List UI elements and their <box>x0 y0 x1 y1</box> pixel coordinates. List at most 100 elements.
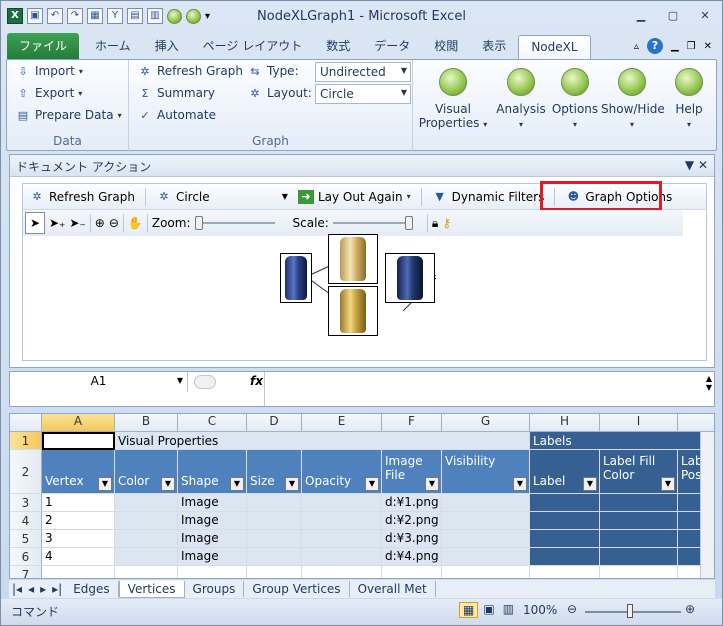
subtract-select-pointer-icon[interactable]: ➤₋ <box>69 216 85 230</box>
table-column-header[interactable]: Color ▼ <box>115 450 178 494</box>
table-column-header[interactable]: Vertex ▼ <box>42 450 115 494</box>
table-cell[interactable]: 1 <box>42 494 115 512</box>
doc-restore-icon[interactable]: ❐ <box>687 41 696 52</box>
table-cell[interactable] <box>442 548 530 566</box>
summary-button[interactable]: Σ Summary <box>137 86 215 100</box>
select-all-corner[interactable] <box>10 414 42 432</box>
table-cell[interactable]: d:¥2.png <box>382 512 442 530</box>
pane-close-icon[interactable]: ✕ <box>698 158 708 172</box>
layout-toolbar-select[interactable]: ✲ Circle ▼ <box>156 190 288 204</box>
options-button[interactable]: Options ▾ <box>547 64 603 144</box>
refresh-graph-toolbar-button[interactable]: ✲ Refresh Graph <box>29 190 135 204</box>
scale-slider[interactable] <box>332 216 413 230</box>
table-cell[interactable] <box>600 512 678 530</box>
graph-canvas[interactable] <box>23 234 706 360</box>
table-cell[interactable] <box>382 566 442 578</box>
column-header[interactable]: F <box>382 414 442 432</box>
tab-review[interactable]: 校閲 <box>422 33 470 59</box>
filter-dropdown-icon[interactable]: ▼ <box>365 477 379 491</box>
filter-dropdown-icon[interactable]: ▼ <box>583 477 597 491</box>
table-cell[interactable] <box>442 566 530 578</box>
automate-button[interactable]: ✓ Automate <box>137 108 216 122</box>
table-cell[interactable] <box>42 566 115 578</box>
table-cell[interactable] <box>530 566 600 578</box>
close-icon[interactable]: ✕ <box>696 9 714 23</box>
visual-properties-header[interactable]: Visual Properties <box>115 432 530 450</box>
row-header[interactable]: 5 <box>10 530 42 548</box>
zoom-in-button[interactable]: ⊕ <box>685 602 695 616</box>
filter-dropdown-icon[interactable]: ▼ <box>98 477 112 491</box>
name-box[interactable]: A1 ▼ <box>10 372 188 392</box>
table-cell[interactable]: Image <box>178 530 247 548</box>
column-header[interactable]: C <box>178 414 247 432</box>
row-header[interactable]: 1 <box>10 432 42 450</box>
table-column-header[interactable]: Size ▼ <box>247 450 302 494</box>
table-cell[interactable] <box>247 566 302 578</box>
zoom-slider[interactable] <box>194 216 275 230</box>
zoom-thumb[interactable] <box>627 604 633 618</box>
table-cell[interactable] <box>530 512 600 530</box>
maximize-icon[interactable]: ▢ <box>664 9 682 23</box>
row-header[interactable]: 2 <box>10 450 42 494</box>
row-header[interactable]: 6 <box>10 548 42 566</box>
doc-minimize-icon[interactable]: ▁ <box>671 41 679 52</box>
column-header[interactable]: D <box>247 414 302 432</box>
add-select-pointer-icon[interactable]: ➤₊ <box>49 216 65 230</box>
vertical-scrollbar[interactable] <box>700 432 714 578</box>
key-icon[interactable]: ⚷ <box>442 216 451 230</box>
column-header[interactable]: A <box>42 414 115 432</box>
table-column-header[interactable]: Label ▼ <box>530 450 600 494</box>
table-cell[interactable] <box>302 566 382 578</box>
sheet-tab-edges[interactable]: Edges <box>65 581 119 597</box>
sheet-nav-next-icon[interactable]: ▸ <box>37 581 49 597</box>
table-cell[interactable] <box>247 494 302 512</box>
vertex-image-4[interactable] <box>328 286 378 336</box>
vertex-image-3[interactable] <box>385 253 435 303</box>
filter-dropdown-icon[interactable]: ▼ <box>285 477 299 491</box>
table-cell[interactable] <box>530 530 600 548</box>
row-header[interactable]: 7 <box>10 566 42 578</box>
zoom-out-icon[interactable]: ⊖ <box>109 216 119 230</box>
table-cell[interactable] <box>600 548 678 566</box>
sheet-nav-first-icon[interactable]: |◂ <box>9 581 25 597</box>
filter-dropdown-icon[interactable]: ▼ <box>425 477 439 491</box>
row-header[interactable]: 3 <box>10 494 42 512</box>
table-cell[interactable] <box>115 548 178 566</box>
table-cell[interactable] <box>530 548 600 566</box>
table-cell[interactable] <box>115 494 178 512</box>
sheet-nav-prev-icon[interactable]: ◂ <box>25 581 37 597</box>
table-cell[interactable] <box>442 494 530 512</box>
table-cell[interactable] <box>302 530 382 548</box>
table-cell[interactable]: 4 <box>42 548 115 566</box>
table-cell[interactable] <box>178 566 247 578</box>
formula-expand-icon[interactable] <box>194 375 216 389</box>
table-cell[interactable] <box>600 530 678 548</box>
cell-a1[interactable] <box>42 432 115 450</box>
tab-formulas[interactable]: 数式 <box>314 33 362 59</box>
tab-home[interactable]: ホーム <box>83 33 143 59</box>
table-cell[interactable] <box>302 548 382 566</box>
sheet-tab-vertices[interactable]: Vertices <box>118 580 185 598</box>
vertex-image-2[interactable] <box>280 253 312 303</box>
zoom-slider-thumb[interactable] <box>194 216 203 230</box>
labels-header[interactable]: Labels <box>530 432 714 450</box>
filter-dropdown-icon[interactable]: ▼ <box>161 477 175 491</box>
table-cell[interactable] <box>442 530 530 548</box>
lock-icon[interactable]: 🔒︎ <box>432 216 438 231</box>
chevron-down-icon[interactable]: ▼ <box>177 376 183 385</box>
table-cell[interactable]: Image <box>178 512 247 530</box>
table-column-header[interactable]: Image File ▼ <box>382 450 442 494</box>
vertex-image-1[interactable] <box>328 234 378 284</box>
table-cell[interactable] <box>247 530 302 548</box>
type-select[interactable]: Undirected ▼ <box>315 62 411 82</box>
table-cell[interactable] <box>115 566 178 578</box>
tab-insert[interactable]: 挿入 <box>143 33 191 59</box>
analysis-button[interactable]: Analysis ▾ <box>493 64 549 144</box>
help-icon[interactable]: ? <box>646 38 663 54</box>
sheet-tab-groups[interactable]: Groups <box>185 581 245 597</box>
scale-slider-thumb[interactable] <box>404 216 413 230</box>
formula-input[interactable] <box>264 372 704 406</box>
tab-data[interactable]: データ <box>362 33 422 59</box>
zoom-in-icon[interactable]: ⊕ <box>95 216 105 230</box>
select-pointer-icon[interactable]: ➤ <box>25 212 45 234</box>
